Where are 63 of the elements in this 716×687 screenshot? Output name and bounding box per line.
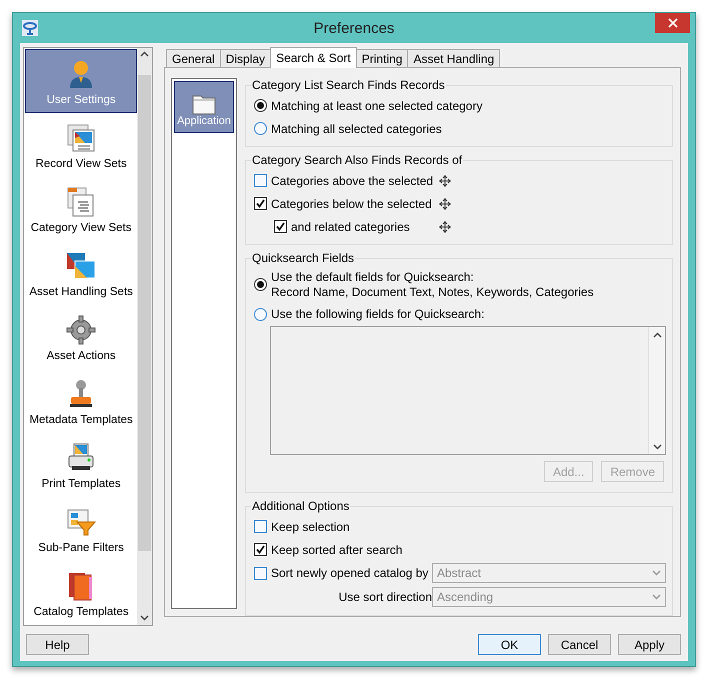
scrollbar[interactable] [137, 48, 152, 625]
dialog-button[interactable]: OK [478, 634, 541, 655]
sidebar-item[interactable]: Metadata Templates [25, 369, 138, 433]
group-title: Quicksearch Fields [251, 251, 356, 265]
option-label: Keep selection [271, 520, 350, 534]
option-label: Keep sorted after search [271, 542, 402, 556]
close-button[interactable] [655, 13, 690, 33]
tab[interactable]: General [166, 49, 221, 67]
chevron-down-icon [652, 570, 661, 576]
option-label: and related categories [291, 220, 411, 234]
chevron-down-icon [140, 615, 150, 621]
sidebar-item[interactable]: Print Templates [25, 433, 138, 497]
gear-icon [65, 314, 98, 346]
checkmark-icon [256, 545, 265, 554]
option-label: Categories below the selected [271, 196, 433, 210]
sidebar-item[interactable]: Asset Handling Sets [25, 241, 138, 305]
dialog-button[interactable]: Apply [618, 634, 681, 655]
group-title: Category Search Also Finds Records of [251, 153, 464, 167]
option-label: Categories above the selected [271, 174, 434, 188]
checkbox[interactable] [254, 543, 267, 556]
dialog-button[interactable]: Cancel [548, 634, 611, 655]
radio-button[interactable] [254, 308, 267, 321]
radio-button[interactable] [254, 122, 267, 135]
group-title: Additional Options [251, 499, 350, 513]
checkbox[interactable] [254, 174, 267, 187]
tab[interactable]: Display [220, 49, 272, 67]
chevron-up-icon [140, 51, 150, 57]
folder-icon [192, 93, 216, 115]
tab[interactable]: Printing [356, 49, 408, 67]
group-title: Category List Search Finds Records [251, 78, 446, 92]
option-label: Sort newly opened catalog by [271, 566, 428, 580]
sidebar-item[interactable]: Catalog Templates [25, 561, 138, 625]
field-list[interactable] [270, 326, 666, 455]
option-detail: Record Name, Document Text, Notes, Keywords, Categories [271, 285, 594, 300]
crosshair-icon [439, 174, 451, 186]
option-label: Matching all selected categories [271, 122, 442, 136]
chevron-down-icon [652, 594, 661, 600]
tab[interactable]: Asset Handling [407, 49, 500, 67]
radio-button[interactable] [254, 99, 267, 112]
option-label: Use the following fields for Quicksearch: [271, 307, 484, 322]
window-title: Preferences [314, 20, 394, 37]
checkbox[interactable] [254, 520, 267, 533]
chevron-down-icon [652, 444, 662, 450]
chevron-up-icon [652, 332, 662, 338]
sidebar-item[interactable]: Sub-Pane Filters [25, 497, 138, 561]
option-label: Matching at least one selected category [271, 98, 482, 112]
dialog-button[interactable]: Help [26, 634, 89, 655]
sidebar-item[interactable]: Category View Sets [25, 177, 138, 241]
crosshair-icon [439, 198, 451, 210]
radio-button[interactable] [254, 278, 267, 291]
option-label: Use sort direction [338, 590, 432, 604]
close-icon [668, 18, 678, 28]
tab[interactable]: Search & Sort [270, 47, 357, 68]
picture-frames-icon [65, 122, 98, 154]
checkmark-icon [276, 222, 285, 231]
app-icon [22, 20, 38, 36]
sidebar-item[interactable]: Record View Sets [25, 113, 138, 177]
checkmark-icon [256, 199, 265, 208]
checkbox[interactable] [274, 220, 287, 233]
option-label: Use the default fields for Quicksearch: [271, 270, 475, 285]
crosshair-icon [439, 220, 451, 232]
checkbox[interactable] [254, 197, 267, 210]
sidebar-item[interactable]: Asset Actions [25, 305, 138, 369]
